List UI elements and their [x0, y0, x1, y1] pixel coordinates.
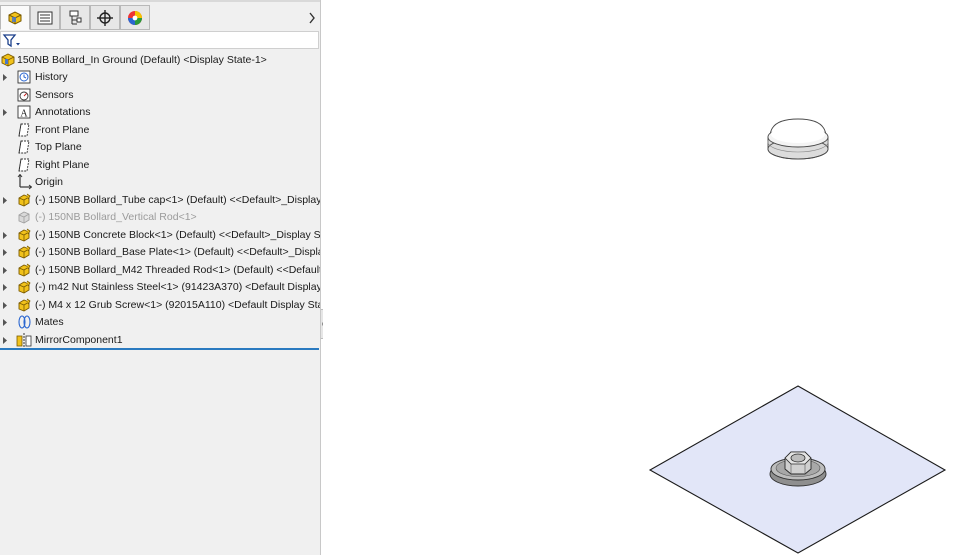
- tree-item-label: (-) m42 Nut Stainless Steel<1> (91423A37…: [35, 281, 321, 293]
- tree-item-label: (-) 150NB Bollard_Tube cap<1> (Default) …: [35, 193, 321, 206]
- tree-item[interactable]: Top Plane: [0, 139, 320, 156]
- assembly-icon: [8, 10, 22, 25]
- tree-item[interactable]: Right Plane: [0, 157, 320, 174]
- tree-item[interactable]: MirrorComponent1: [0, 332, 320, 349]
- tree-filter-bar[interactable]: [0, 31, 319, 49]
- configuration-icon: [69, 10, 82, 24]
- tree-item[interactable]: (-) M4 x 12 Grub Screw<1> (92015A110) <D…: [0, 297, 320, 314]
- tree-item-label: Origin: [35, 176, 64, 188]
- tube-cap[interactable]: [767, 118, 829, 160]
- model-view: [648, 118, 947, 554]
- tree-item[interactable]: Mates: [0, 314, 320, 331]
- tree-item[interactable]: A Annotations: [0, 104, 320, 121]
- chevron-right-icon: [309, 12, 315, 23]
- part-icon: [18, 193, 31, 207]
- part-icon: [18, 245, 31, 259]
- annotation-icon: A: [17, 105, 31, 120]
- feature-manager-tab[interactable]: [0, 5, 30, 30]
- tree-item-label: (-) 150NB Concrete Block<1> (Default) <<…: [35, 228, 321, 241]
- property-manager-tab[interactable]: [30, 5, 60, 30]
- property-list-icon: [37, 11, 53, 24]
- color-wheel-icon: [128, 10, 142, 25]
- tree-root[interactable]: 150NB Bollard_In Ground (Default) <Displ…: [0, 52, 320, 69]
- rollback-bar[interactable]: [0, 348, 319, 350]
- funnel-icon: [2, 34, 20, 48]
- tree-item-label: Sensors: [35, 88, 74, 101]
- expand-arrow-icon[interactable]: [2, 248, 8, 257]
- history-icon: [17, 70, 31, 84]
- tree-item[interactable]: History: [0, 69, 320, 86]
- expand-arrow-icon[interactable]: [2, 196, 8, 205]
- tree-item-label: (-) 150NB Bollard_Base Plate<1> (Default…: [35, 246, 321, 258]
- plane-icon: [18, 140, 30, 154]
- mates-icon: [18, 315, 31, 329]
- crosshair-icon: [97, 9, 113, 26]
- panel-top-strip: [0, 0, 320, 2]
- part-suppressed-icon: [18, 211, 30, 224]
- tree-item-label: (-) 150NB Bollard_Vertical Rod<1>: [35, 211, 197, 223]
- tree-item[interactable]: (-) 150NB Bollard_Tube cap<1> (Default) …: [0, 192, 320, 209]
- tab-scroll-right-button[interactable]: [304, 5, 320, 30]
- expand-arrow-icon[interactable]: [2, 336, 8, 345]
- display-manager-tab[interactable]: [120, 5, 150, 30]
- expand-arrow-icon[interactable]: [2, 301, 8, 310]
- tree-item[interactable]: (-) m42 Nut Stainless Steel<1> (91423A37…: [0, 279, 320, 296]
- part-icon: [18, 228, 31, 242]
- feature-manager-panel: 150NB Bollard_In Ground (Default) <Displ…: [0, 0, 321, 555]
- tree-item[interactable]: (-) 150NB Concrete Block<1> (Default) <<…: [0, 227, 320, 244]
- expand-arrow-icon[interactable]: [2, 318, 8, 327]
- tree-item-label: Right Plane: [35, 158, 90, 171]
- tree-item[interactable]: (-) 150NB Bollard_M42 Threaded Rod<1> (D…: [0, 262, 320, 279]
- filter-button[interactable]: [2, 33, 24, 49]
- tree-root-label: 150NB Bollard_In Ground (Default) <Displ…: [17, 54, 267, 66]
- tree-item[interactable]: Sensors: [0, 87, 320, 104]
- part-icon: [18, 298, 31, 312]
- tree-item-label: Mates: [35, 316, 64, 328]
- part-icon: [18, 280, 31, 294]
- configuration-manager-tab[interactable]: [60, 5, 90, 30]
- svg-text:A: A: [20, 109, 28, 120]
- expand-arrow-icon[interactable]: [2, 283, 8, 292]
- tree-item-label: (-) M4 x 12 Grub Screw<1> (92015A110) <D…: [35, 298, 321, 311]
- tree-item-label: Front Plane: [35, 123, 90, 136]
- tree-item-label: History: [35, 71, 68, 83]
- graphics-viewport[interactable]: [323, 0, 960, 555]
- tree-item[interactable]: (-) 150NB Bollard_Base Plate<1> (Default…: [0, 244, 320, 261]
- tree-item-label: Annotations: [35, 106, 91, 118]
- dimxpert-manager-tab[interactable]: [90, 5, 120, 30]
- mirror-component-icon: [16, 332, 32, 347]
- expand-arrow-icon[interactable]: [2, 266, 8, 275]
- sensor-icon: [17, 88, 31, 101]
- expand-arrow-icon[interactable]: [2, 231, 8, 240]
- tree-item-label: Top Plane: [35, 141, 82, 153]
- tree-item[interactable]: Front Plane: [0, 122, 320, 139]
- tree-item-label: (-) 150NB Bollard_M42 Threaded Rod<1> (D…: [35, 263, 320, 276]
- tree-item-label: MirrorComponent1: [35, 333, 123, 346]
- plane-icon: [18, 158, 30, 171]
- assembly-icon: [1, 53, 15, 67]
- plane-icon: [18, 123, 30, 136]
- tree-item[interactable]: (-) 150NB Bollard_Vertical Rod<1>: [0, 209, 320, 226]
- expand-arrow-icon[interactable]: [2, 108, 8, 117]
- part-icon: [18, 263, 31, 277]
- manager-tab-bar: [0, 5, 320, 30]
- tree-item[interactable]: Origin: [0, 174, 320, 191]
- origin-icon: [17, 174, 32, 190]
- expand-arrow-icon[interactable]: [2, 73, 8, 82]
